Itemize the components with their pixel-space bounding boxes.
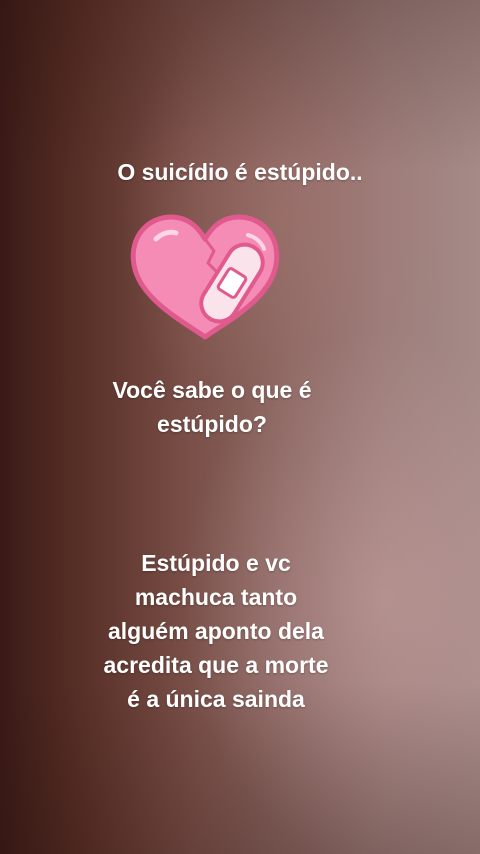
story-line: acredita que a morte bbox=[103, 652, 329, 678]
story-line: machuca tanto bbox=[134, 584, 298, 610]
story-line: Estúpido e vc bbox=[141, 550, 291, 576]
story-line: O suicídio é estúpido.. bbox=[117, 159, 363, 185]
story-question: Você sabe o que é estúpido? bbox=[0, 373, 452, 441]
story-answer: Estúpido e vc machuca tanto alguém apont… bbox=[0, 546, 456, 716]
story-text-line1: O suicídio é estúpido.. bbox=[0, 155, 480, 189]
story-line: é a única sainda bbox=[127, 686, 305, 712]
story-line: Você sabe o que é bbox=[112, 377, 312, 403]
story-line: alguém aponto dela bbox=[108, 618, 324, 644]
story-line: estúpido? bbox=[157, 411, 267, 437]
bandaged-heart-icon bbox=[126, 205, 284, 345]
